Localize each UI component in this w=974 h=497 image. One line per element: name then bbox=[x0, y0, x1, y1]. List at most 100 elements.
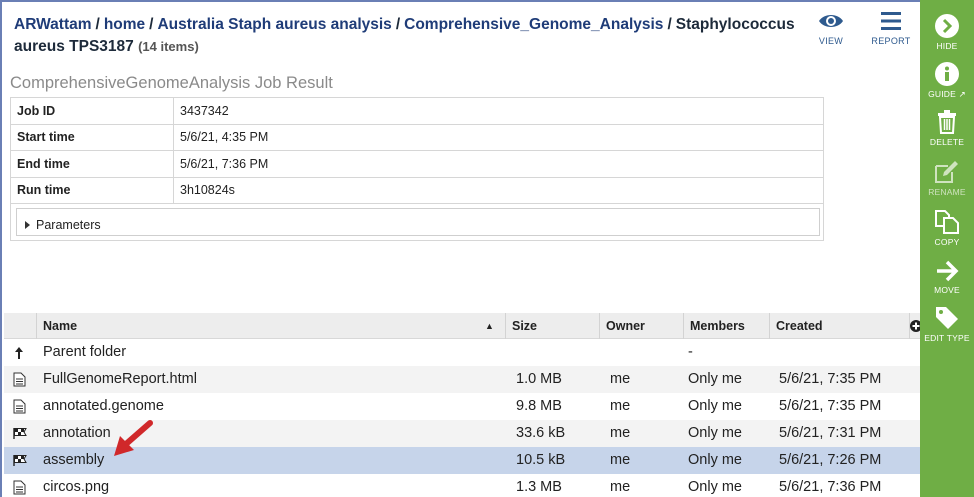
delete-label: DELETE bbox=[929, 137, 965, 147]
document-icon bbox=[13, 366, 29, 393]
tag-icon bbox=[920, 302, 974, 330]
move-button[interactable]: MOVE bbox=[920, 254, 974, 295]
job-key: Start time bbox=[10, 123, 174, 151]
file-grid: Name ▲ Size Owner Members Created Parent… bbox=[4, 313, 922, 497]
job-result-title: ComprehensiveGenomeAnalysis Job Result bbox=[10, 74, 333, 92]
table-row[interactable]: FullGenomeReport.html 1.0 MB me Only me … bbox=[4, 366, 920, 393]
action-sidebar: HIDE GUIDE ↗ DELETE RENAME COPY MOVE EDI… bbox=[920, 0, 974, 497]
job-value: 5/6/21, 4:35 PM bbox=[173, 123, 824, 151]
file-members: Only me bbox=[688, 452, 742, 468]
hide-button[interactable]: HIDE bbox=[920, 10, 974, 51]
header-owner[interactable]: Owner bbox=[600, 313, 684, 339]
file-name: Parent folder bbox=[43, 344, 127, 360]
table-row[interactable]: circos.png 1.3 MB me Only me 5/6/21, 7:3… bbox=[4, 474, 920, 497]
grid-header: Name ▲ Size Owner Members Created bbox=[4, 313, 922, 339]
file-members: - bbox=[688, 344, 693, 360]
header-icon-col bbox=[4, 313, 37, 339]
column-chooser[interactable] bbox=[910, 313, 922, 339]
file-owner: me bbox=[610, 425, 631, 441]
file-size: 10.5 kB bbox=[516, 452, 566, 468]
breadcrumb-separator: / bbox=[95, 16, 100, 33]
file-owner: me bbox=[610, 371, 631, 387]
arrow-right-icon bbox=[920, 254, 974, 282]
breadcrumb-separator: / bbox=[149, 16, 154, 33]
job-key: Run time bbox=[10, 176, 174, 204]
file-members: Only me bbox=[688, 479, 742, 495]
file-created: 5/6/21, 7:35 PM bbox=[779, 398, 882, 414]
job-value: 5/6/21, 7:36 PM bbox=[173, 150, 824, 178]
file-name: annotated.genome bbox=[43, 398, 164, 414]
header-created[interactable]: Created bbox=[770, 313, 910, 339]
document-icon bbox=[13, 474, 29, 497]
file-name: assembly bbox=[43, 452, 105, 468]
workspace-panel: ARWattam / home / Australia Staph aureus ana… bbox=[0, 0, 922, 497]
up-arrow-icon bbox=[13, 339, 29, 366]
breadcrumb: ARWattam / home / Australia Staph aureus ana… bbox=[14, 14, 804, 58]
caret-right-icon bbox=[25, 221, 30, 229]
pencil-icon bbox=[920, 156, 974, 184]
copy-label: COPY bbox=[934, 237, 960, 247]
eye-icon bbox=[806, 8, 856, 34]
parameters-label: Parameters bbox=[36, 218, 101, 232]
breadcrumb-separator: / bbox=[395, 16, 401, 33]
file-size: 33.6 kB bbox=[516, 425, 566, 441]
flag-icon bbox=[13, 447, 29, 474]
file-members: Only me bbox=[688, 371, 742, 387]
header-members[interactable]: Members bbox=[684, 313, 770, 339]
guide-label: GUIDE ↗ bbox=[928, 89, 966, 99]
copy-button[interactable]: COPY bbox=[920, 206, 974, 247]
menu-icon bbox=[866, 8, 916, 34]
file-name: circos.png bbox=[43, 479, 110, 495]
file-created: 5/6/21, 7:31 PM bbox=[779, 425, 882, 441]
annotation-arrow-icon bbox=[114, 420, 153, 456]
file-members: Only me bbox=[688, 398, 742, 414]
edit-type-button[interactable]: EDIT TYPE bbox=[920, 302, 974, 343]
file-owner: me bbox=[610, 452, 631, 468]
hide-label: HIDE bbox=[936, 41, 958, 51]
header-name[interactable]: Name ▲ bbox=[37, 313, 506, 339]
job-row: End time 5/6/21, 7:36 PM bbox=[10, 150, 824, 178]
document-icon bbox=[13, 393, 29, 420]
report-label: REPORT bbox=[871, 36, 911, 46]
file-owner: me bbox=[610, 398, 631, 414]
job-value: 3437342 bbox=[173, 97, 824, 125]
header-name-label: Name bbox=[43, 319, 78, 333]
breadcrumb-project[interactable]: Australia Staph aureus analysis bbox=[157, 16, 391, 33]
table-row[interactable]: Parent folder - bbox=[4, 339, 920, 366]
view-label: VIEW bbox=[818, 36, 844, 46]
item-count: (14 items) bbox=[138, 39, 199, 54]
file-created: 5/6/21, 7:26 PM bbox=[779, 452, 882, 468]
chevron-right-circle-icon bbox=[920, 10, 974, 38]
delete-button[interactable]: DELETE bbox=[920, 106, 974, 147]
file-size: 1.0 MB bbox=[516, 371, 562, 387]
file-name: FullGenomeReport.html bbox=[43, 371, 197, 387]
file-name: annotation bbox=[43, 425, 111, 441]
parameters-cell: Parameters bbox=[10, 203, 824, 241]
header-size[interactable]: Size bbox=[506, 313, 600, 339]
table-row[interactable]: annotated.genome 9.8 MB me Only me 5/6/2… bbox=[4, 393, 920, 420]
move-label: MOVE bbox=[934, 285, 960, 295]
file-owner: me bbox=[610, 479, 631, 495]
job-row: Run time 3h10824s bbox=[10, 176, 824, 204]
file-members: Only me bbox=[688, 425, 742, 441]
info-icon bbox=[920, 58, 974, 86]
job-info-table: Job ID 3437342 Start time 5/6/21, 4:35 PM … bbox=[10, 97, 824, 204]
breadcrumb-user[interactable]: ARWattam bbox=[14, 16, 92, 33]
guide-button[interactable]: GUIDE ↗ bbox=[920, 58, 974, 100]
trash-icon bbox=[920, 106, 974, 134]
file-size: 1.3 MB bbox=[516, 479, 562, 495]
job-value: 3h10824s bbox=[173, 176, 824, 204]
breadcrumb-analysis[interactable]: Comprehensive_Genome_Analysis bbox=[404, 16, 663, 33]
parameters-toggle[interactable]: Parameters bbox=[16, 208, 820, 236]
copy-icon bbox=[920, 206, 974, 234]
rename-button[interactable]: RENAME bbox=[920, 156, 974, 197]
breadcrumb-home[interactable]: home bbox=[104, 16, 145, 33]
file-created: 5/6/21, 7:35 PM bbox=[779, 371, 882, 387]
report-button[interactable]: REPORT bbox=[866, 8, 916, 46]
flag-icon bbox=[13, 420, 29, 447]
view-button[interactable]: VIEW bbox=[806, 8, 856, 46]
job-row: Start time 5/6/21, 4:35 PM bbox=[10, 123, 824, 151]
file-size: 9.8 MB bbox=[516, 398, 562, 414]
job-key: Job ID bbox=[10, 97, 174, 125]
job-row: Job ID 3437342 bbox=[10, 97, 824, 125]
